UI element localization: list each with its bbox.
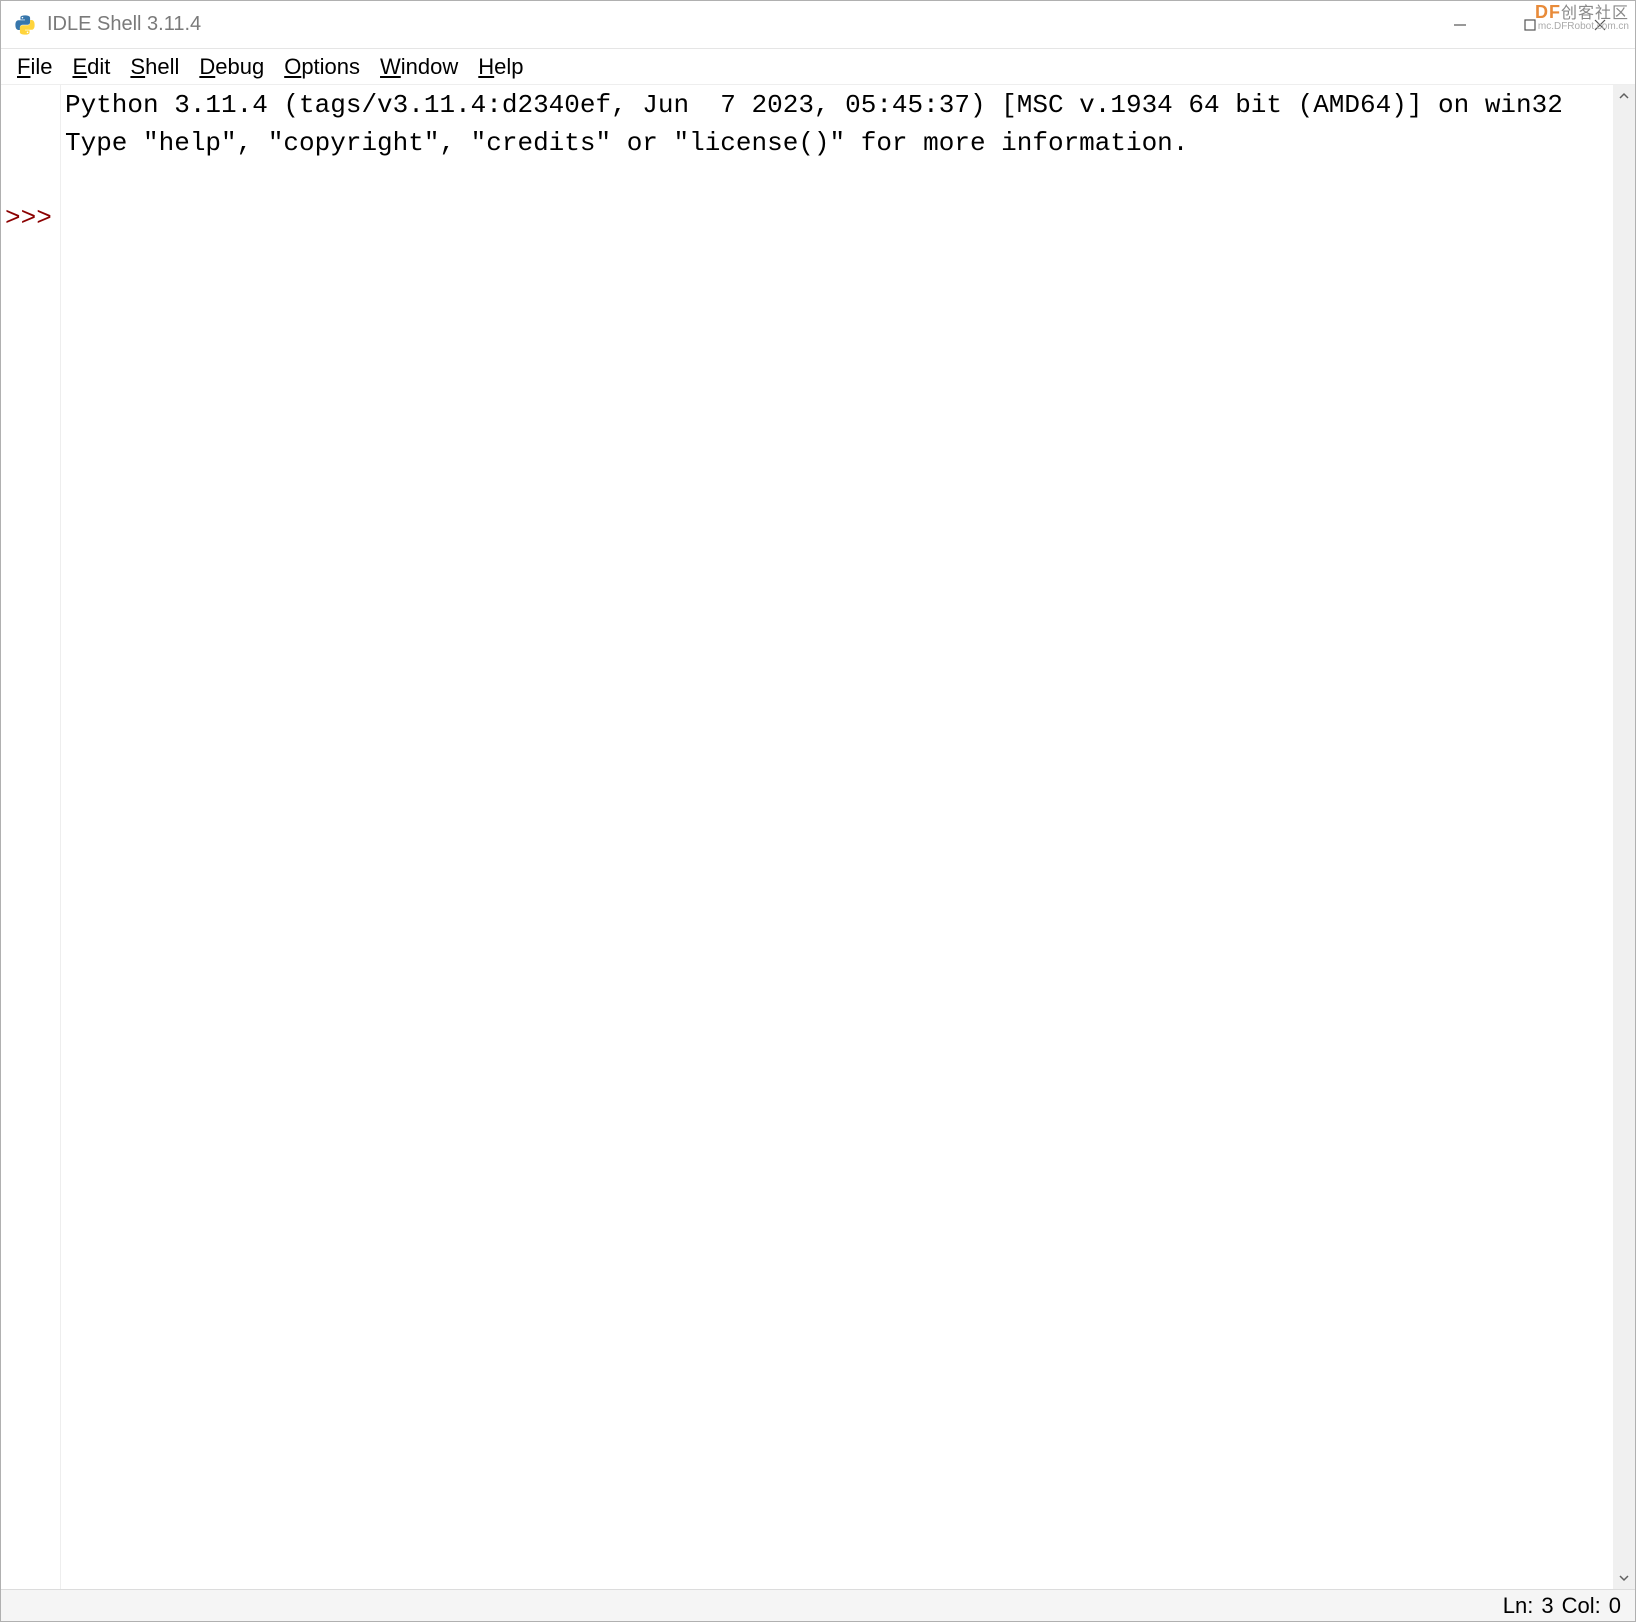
col-label: Col: bbox=[1562, 1593, 1601, 1619]
window-controls bbox=[1425, 1, 1635, 49]
menu-options[interactable]: Options bbox=[274, 50, 370, 84]
idle-window: IDLE Shell 3.11.4 DF创客社区 mc.DFRobot.com.… bbox=[0, 0, 1636, 1622]
scroll-down-icon[interactable] bbox=[1613, 1567, 1635, 1589]
python-icon bbox=[13, 13, 37, 37]
menubar: FileEditShellDebugOptionsWindowHelp bbox=[1, 49, 1635, 85]
maximize-button[interactable] bbox=[1495, 1, 1565, 49]
col-value: 0 bbox=[1609, 1593, 1621, 1619]
scroll-up-icon[interactable] bbox=[1613, 85, 1635, 107]
menu-help[interactable]: Help bbox=[468, 50, 533, 84]
shell-text[interactable]: Python 3.11.4 (tags/v3.11.4:d2340ef, Jun… bbox=[61, 85, 1613, 1589]
statusbar: Ln: 3 Col: 0 bbox=[1, 1589, 1635, 1621]
menu-shell[interactable]: Shell bbox=[120, 50, 189, 84]
window-title: IDLE Shell 3.11.4 bbox=[47, 13, 201, 36]
ln-label: Ln: bbox=[1503, 1593, 1534, 1619]
vertical-scrollbar[interactable] bbox=[1613, 85, 1635, 1589]
ln-value: 3 bbox=[1541, 1593, 1553, 1619]
prompt-gutter: >>> bbox=[1, 85, 61, 1589]
editor-area: >>> Python 3.11.4 (tags/v3.11.4:d2340ef,… bbox=[1, 85, 1635, 1589]
menu-edit[interactable]: Edit bbox=[62, 50, 120, 84]
close-button[interactable] bbox=[1565, 1, 1635, 49]
menu-debug[interactable]: Debug bbox=[189, 50, 274, 84]
titlebar[interactable]: IDLE Shell 3.11.4 DF创客社区 mc.DFRobot.com.… bbox=[1, 1, 1635, 49]
menu-file[interactable]: File bbox=[7, 50, 62, 84]
minimize-button[interactable] bbox=[1425, 1, 1495, 49]
menu-window[interactable]: Window bbox=[370, 50, 468, 84]
